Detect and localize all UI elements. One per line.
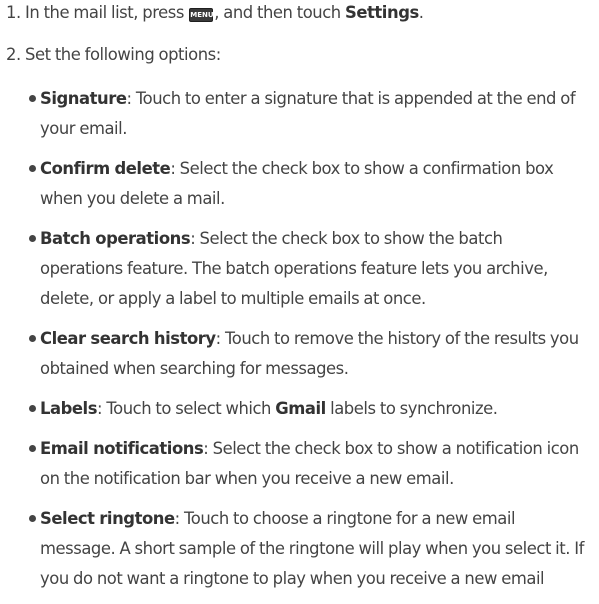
bullet-icon <box>29 405 36 412</box>
option-title: Labels <box>40 399 98 418</box>
option-title: Email notifications <box>40 439 204 458</box>
option-title: Batch operations <box>40 229 191 248</box>
step-2: 2. Set the following options: <box>6 45 221 64</box>
bullet-icon <box>29 235 36 242</box>
gmail-label: Gmail <box>275 399 326 418</box>
menu-key-icon: MENU <box>189 8 214 22</box>
bullet-icon <box>29 95 36 102</box>
option-description-pre: : Touch to select which <box>97 399 276 418</box>
settings-label: Settings <box>345 3 419 22</box>
option-confirm-delete: Confirm delete: Select the check box to … <box>0 154 599 214</box>
bullet-icon <box>29 515 36 522</box>
option-title: Confirm delete <box>40 159 171 178</box>
option-title: Signature <box>40 89 127 108</box>
options-list: Signature: Touch to enter a signature th… <box>0 84 599 604</box>
bullet-icon <box>29 165 36 172</box>
option-select-ringtone: Select ringtone: Touch to choose a ringt… <box>0 504 599 594</box>
step-1-middle: , and then touch <box>214 3 341 22</box>
bullet-icon <box>29 445 36 452</box>
option-clear-search-history: Clear search history: Touch to remove th… <box>0 324 599 384</box>
step-1-prefix: 1. In the mail list, press <box>6 3 184 22</box>
option-title: Clear search history <box>40 329 216 348</box>
option-description-post: labels to synchronize. <box>325 399 498 418</box>
option-signature: Signature: Touch to enter a signature th… <box>0 84 599 144</box>
option-email-notifications: Email notifications: Select the check bo… <box>0 434 599 494</box>
step-1: 1. In the mail list, press MENU, and the… <box>6 0 424 26</box>
option-labels: Labels: Touch to select which Gmail labe… <box>0 394 599 424</box>
option-batch-operations: Batch operations: Select the check box t… <box>0 224 599 314</box>
option-title: Select ringtone <box>40 509 175 528</box>
document-page: 1. In the mail list, press MENU, and the… <box>0 0 599 588</box>
step-1-suffix: . <box>418 3 424 22</box>
bullet-icon <box>29 335 36 342</box>
